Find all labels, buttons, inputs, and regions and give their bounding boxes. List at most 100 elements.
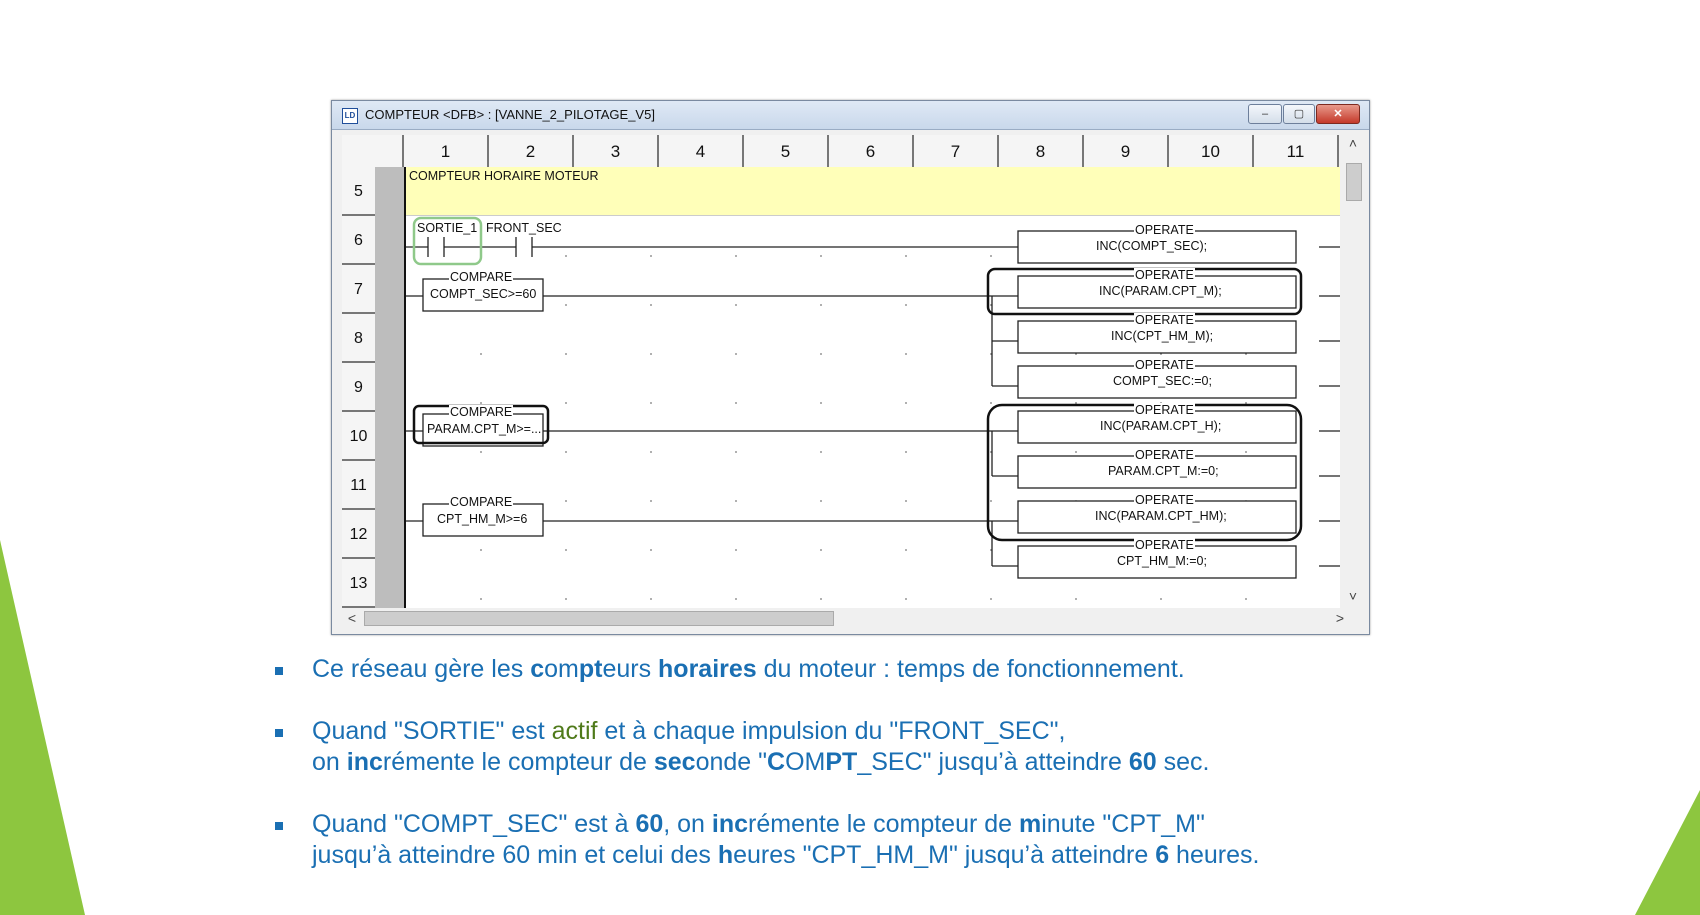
vertical-scrollbar[interactable]: ˄ ˅ [1343,135,1363,608]
grid-dot [480,549,482,551]
column-header: 1 2 3 4 5 6 7 8 9 10 11 [342,135,1339,169]
row-header-cell[interactable]: 13 [342,559,375,608]
contact-label-sortie: SORTIE_1 [417,221,478,235]
grid-dot [1160,598,1162,600]
column-header-cell[interactable]: 11 [1254,135,1339,167]
grid-dot [735,500,737,502]
bullet-square-icon [275,667,283,675]
row-header-cell[interactable]: 10 [342,412,375,461]
operate-block-expr[interactable]: INC(PARAM.CPT_H); [1100,419,1221,433]
header-corner [342,135,404,167]
column-header-cell[interactable]: 4 [659,135,744,167]
row-header-cell[interactable]: 7 [342,265,375,314]
ladder-editor-window: LD COMPTEUR <DFB> : [VANNE_2_PILOTAGE_V5… [331,100,1370,635]
operate-block-title: OPERATE [1134,313,1195,327]
grid-dot [1075,451,1077,453]
row-header-cell[interactable]: 11 [342,461,375,510]
bullet-item: Quand "COMPT_SEC" est à 60, on incrément… [275,809,1615,871]
operate-block-title: OPERATE [1134,268,1195,282]
column-header-cell[interactable]: 7 [914,135,999,167]
grid-dot [905,500,907,502]
left-margin-bar [375,167,404,608]
scroll-down-arrow-icon[interactable]: ˅ [1343,588,1363,606]
ladder-canvas[interactable]: COMPTEUR HORAIRE MOTEUR SORTIE_1 FRONT_S… [404,167,1340,608]
grid-dot [820,255,822,257]
operate-block-expr[interactable]: INC(CPT_HM_M); [1111,329,1213,343]
grid-dot [820,549,822,551]
horizontal-scroll-thumb[interactable] [364,611,834,626]
minimize-button[interactable]: ‒ [1248,104,1282,124]
grid-dot [650,304,652,306]
scroll-up-arrow-icon[interactable]: ˄ [1343,135,1363,153]
row-header-cell[interactable]: 5 [342,167,375,216]
bullet-item: Quand "SORTIE" est actif et à chaque imp… [275,716,1615,778]
operate-block-expr[interactable]: COMPT_SEC:=0; [1113,374,1212,388]
grid-dot [1075,598,1077,600]
column-header-cell[interactable]: 9 [1084,135,1169,167]
grid-dot [990,500,992,502]
grid-dot [565,500,567,502]
grid-dot [905,353,907,355]
compare-block-expr[interactable]: PARAM.CPT_M>=... [427,422,541,436]
grid-dot [1245,451,1247,453]
row-header-cell[interactable]: 6 [342,216,375,265]
grid-dot [990,402,992,404]
operate-block-title: OPERATE [1134,493,1195,507]
grid-dot [480,451,482,453]
compare-block-title: COMPARE [449,270,514,284]
grid-dot [820,500,822,502]
row-header-cell[interactable]: 9 [342,363,375,412]
grid-dot [650,402,652,404]
operate-block-expr[interactable]: INC(PARAM.CPT_HM); [1095,509,1227,523]
column-header-cell[interactable]: 2 [489,135,574,167]
bullet-item: Ce réseau gère les compteurs horaires du… [275,654,1615,685]
column-header-cell[interactable]: 3 [574,135,659,167]
grid-dot [735,549,737,551]
grid-dot [735,255,737,257]
grid-dot [650,255,652,257]
grid-dot [905,451,907,453]
grid-dot [820,598,822,600]
grid-dot [565,598,567,600]
grid-dot [650,549,652,551]
row-header-cell[interactable]: 12 [342,510,375,559]
grid-dot [820,304,822,306]
horizontal-scrollbar[interactable]: < > [342,608,1363,628]
compare-block-expr[interactable]: COMPT_SEC>=60 [430,287,536,301]
grid-dot [480,598,482,600]
grid-dot [1245,598,1247,600]
compare-block-title: COMPARE [449,405,514,419]
operate-block-title: OPERATE [1134,538,1195,552]
close-button[interactable]: ✕ [1316,104,1360,124]
grid-dot [820,451,822,453]
maximize-button[interactable]: ▢ [1283,104,1315,124]
grid-dot [735,304,737,306]
operate-block-expr[interactable]: INC(PARAM.CPT_M); [1099,284,1222,298]
contact-label-front-sec: FRONT_SEC [486,221,562,235]
column-header-cell[interactable]: 6 [829,135,914,167]
grid-dot [650,451,652,453]
grid-dot [905,304,907,306]
grid-dot [735,598,737,600]
compare-block-expr[interactable]: CPT_HM_M>=6 [437,512,527,526]
app-icon: LD [342,108,358,124]
compare-block-title: COMPARE [449,495,514,509]
column-header-cell[interactable]: 1 [404,135,489,167]
operate-block-expr[interactable]: PARAM.CPT_M:=0; [1108,464,1219,478]
column-header-cell[interactable]: 5 [744,135,829,167]
operate-block-expr[interactable]: INC(COMPT_SEC); [1096,239,1207,253]
vertical-scroll-thumb[interactable] [1346,163,1362,201]
column-header-cell[interactable]: 8 [999,135,1084,167]
row-header-cell[interactable]: 8 [342,314,375,363]
bullet-square-icon [275,822,283,830]
bullet-square-icon [275,729,283,737]
scroll-left-arrow-icon[interactable]: < [344,608,360,628]
grid-dot [990,255,992,257]
window-titlebar[interactable]: LD COMPTEUR <DFB> : [VANNE_2_PILOTAGE_V5… [332,101,1369,130]
grid-dot [480,353,482,355]
grid-dot [650,500,652,502]
column-header-cell[interactable]: 10 [1169,135,1254,167]
grid-dot [565,353,567,355]
scroll-right-arrow-icon[interactable]: > [1332,608,1348,628]
operate-block-expr[interactable]: CPT_HM_M:=0; [1117,554,1207,568]
